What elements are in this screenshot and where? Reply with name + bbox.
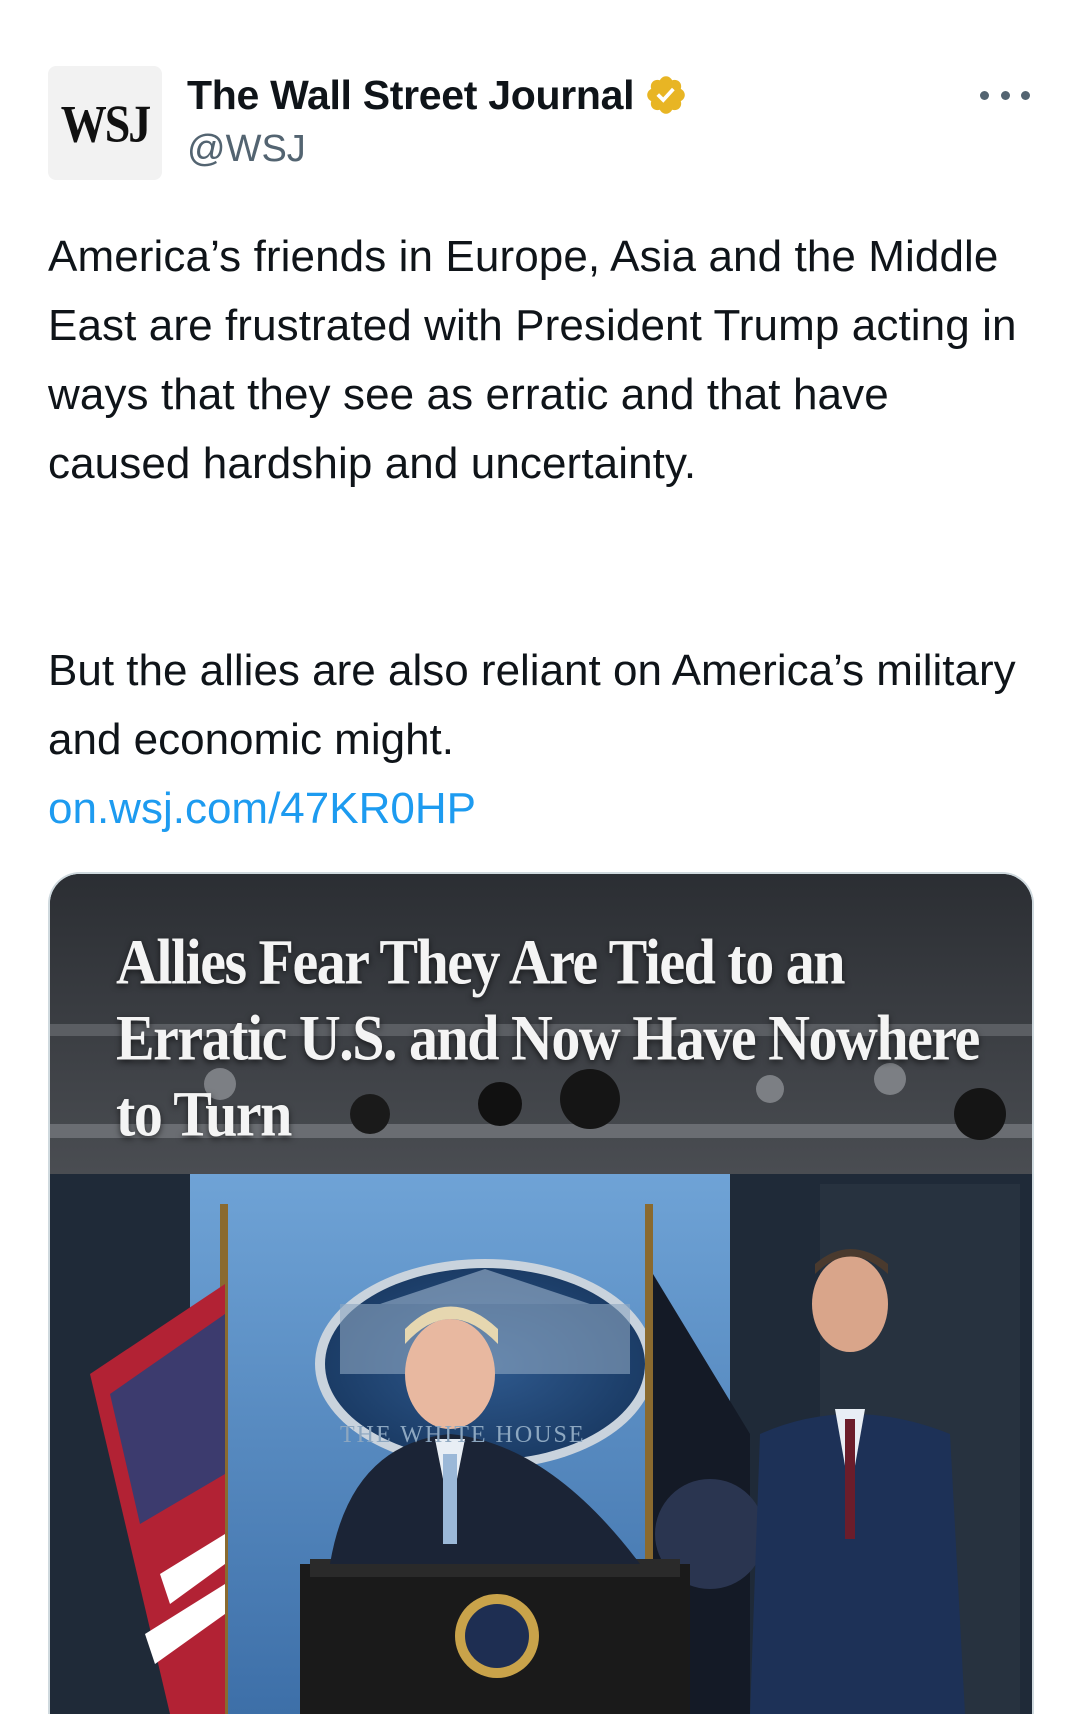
article-link[interactable]: on.wsj.com/47KR0HP: [48, 774, 476, 843]
more-horizontal-icon: [980, 90, 989, 100]
podium-sign-text: THE WHITE HOUSE: [340, 1422, 586, 1448]
account-handle[interactable]: @WSJ: [187, 128, 306, 171]
more-options-button[interactable]: [980, 80, 1030, 110]
verified-badge-icon: [644, 73, 688, 117]
avatar[interactable]: WSJ: [48, 66, 162, 180]
more-dot: [1000, 90, 1010, 100]
avatar-logo-text: WSJ: [60, 93, 152, 153]
display-name[interactable]: The Wall Street Journal: [187, 72, 635, 119]
tweet-text-paragraph-1: America’s friends in Europe, Asia and th…: [48, 232, 1017, 488]
media-card[interactable]: THE WHITE HOUSE Allies Fear They Are Tie…: [48, 872, 1034, 1714]
tweet-text-paragraph-2: But the allies are also reliant on Ameri…: [48, 646, 1016, 764]
tweet: WSJ The Wall Street Journal @WSJ America…: [0, 0, 1080, 1714]
media-headline: Allies Fear They Are Tied to an Erratic …: [116, 925, 980, 1151]
name-row: The Wall Street Journal: [187, 70, 688, 120]
more-dot: [1021, 90, 1030, 100]
